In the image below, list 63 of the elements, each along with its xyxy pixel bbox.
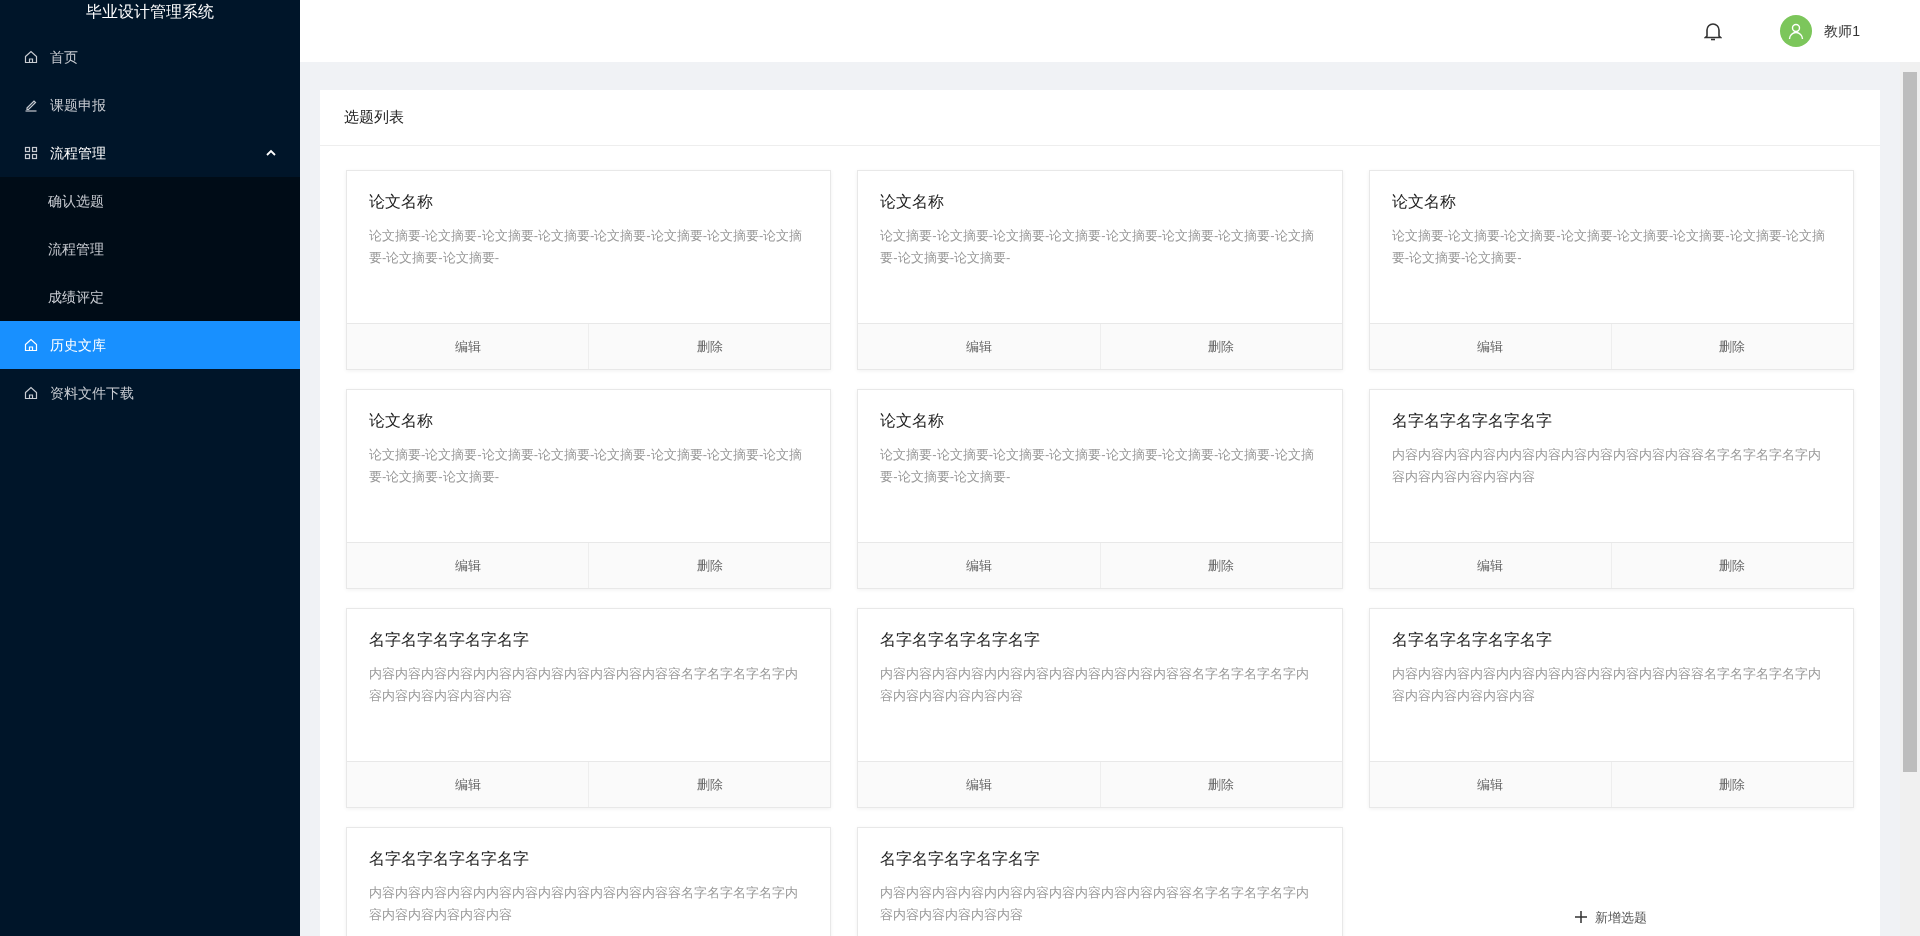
card-title: 论文名称 [369,411,434,431]
edit-button[interactable]: 编辑 [347,762,589,807]
home-icon [24,386,38,400]
card-summary: 内容内容内容内容内内容内容内容内容内容内容内容容名字名字名字名字内容内容内容内容内容内容 [369,665,799,705]
card-summary: 论文摘要-论文摘要-论文摘要-论文摘要-论文摘要-论文摘要-论文摘要-论文摘要-论文摘要-论文摘要- [880,227,1315,267]
card-title: 名字名字名字名字名字 [369,849,530,869]
card-summary: 论文摘要-论文摘要-论文摘要-论文摘要-论文摘要-论文摘要-论文摘要-论文摘要-论文摘要-论文摘要- [1391,227,1826,267]
card-summary: 论文摘要-论文摘要-论文摘要-论文摘要-论文摘要-论文摘要-论文摘要-论文摘要-论文摘要-论文摘要- [369,446,804,486]
scrollbar[interactable] [1900,62,1920,936]
edit-button[interactable]: 编辑 [858,324,1100,369]
home-icon [24,50,38,64]
menu-item[interactable]: 流程管理 [0,129,300,177]
home-icon [24,338,38,352]
card-title: 论文名称 [880,192,946,212]
card-title: 论文名称 [369,192,434,212]
card-title: 名字名字名字名字名字 [369,630,530,650]
menu-item[interactable]: 首页 [0,33,300,81]
card-summary: 内容内容内容内容内内容内容内容内容内容内容内容容名字名字名字名字内容内容内容内容内容内容 [369,884,799,924]
user-name[interactable]: 教师1 [1824,20,1860,42]
edit-button[interactable]: 编辑 [347,543,589,588]
card-title: 名字名字名字名字名字 [880,630,1042,650]
edit-button[interactable]: 编辑 [1369,324,1611,369]
edit-button[interactable]: 编辑 [1369,762,1611,807]
user-avatar[interactable] [1780,15,1813,47]
delete-button[interactable]: 删除 [1099,762,1342,807]
card-title: 名字名字名字名字名字 [1391,411,1553,431]
delete-button[interactable]: 删除 [1610,543,1853,588]
bell-icon[interactable] [1704,21,1723,41]
card-title: 论文名称 [1391,192,1457,212]
submenu-item[interactable]: 流程管理 [0,225,300,273]
add-topic-button[interactable]: 新增选题 [1575,907,1648,927]
card-summary: 论文摘要-论文摘要-论文摘要-论文摘要-论文摘要-论文摘要-论文摘要-论文摘要-论文摘要-论文摘要- [369,227,804,267]
delete-button[interactable]: 删除 [1099,324,1342,369]
delete-button[interactable]: 删除 [588,324,831,369]
caret-up-icon [266,149,276,157]
delete-button[interactable]: 删除 [1099,543,1342,588]
menu-item[interactable]: 资料文件下载 [0,369,300,417]
card-title: 论文名称 [880,411,946,431]
card-summary: 内容内容内容内容内内容内容内容内容内容内容内容容名字名字名字名字内容内容内容内容内容内容 [1391,665,1822,705]
submenu-item[interactable]: 成绩评定 [0,273,300,321]
delete-button[interactable]: 删除 [588,762,831,807]
edit-button[interactable]: 编辑 [1369,543,1611,588]
delete-button[interactable]: 删除 [588,543,831,588]
pencil-icon [24,98,38,112]
menu-item[interactable]: 历史文库 [0,321,300,369]
card-summary: 内容内容内容内容内内容内容内容内容内容内容内容容名字名字名字名字内容内容内容内容内容内容 [880,884,1311,924]
card-summary: 论文摘要-论文摘要-论文摘要-论文摘要-论文摘要-论文摘要-论文摘要-论文摘要-论文摘要-论文摘要- [880,446,1315,486]
card-summary: 内容内容内容内容内内容内容内容内容内容内容内容容名字名字名字名字内容内容内容内容内容内容 [1391,446,1822,486]
user-icon [1787,22,1806,40]
plus-icon [1575,911,1588,924]
submenu-item[interactable]: 确认选题 [0,177,300,225]
menu-item[interactable]: 课题申报 [0,81,300,129]
delete-button[interactable]: 删除 [1610,762,1853,807]
grid-icon [24,146,38,160]
card-title: 名字名字名字名字名字 [1391,630,1553,650]
edit-button[interactable]: 编辑 [858,762,1100,807]
delete-button[interactable]: 删除 [1610,324,1853,369]
panel-title: 选题列表 [344,107,404,128]
card-summary: 内容内容内容内容内内容内容内容内容内容内容内容容名字名字名字名字内容内容内容内容内容内容 [880,665,1311,705]
card-title: 名字名字名字名字名字 [880,849,1042,869]
edit-button[interactable]: 编辑 [347,324,589,369]
edit-button[interactable]: 编辑 [858,543,1100,588]
app-title: 毕业设计管理系统 [85,2,215,22]
